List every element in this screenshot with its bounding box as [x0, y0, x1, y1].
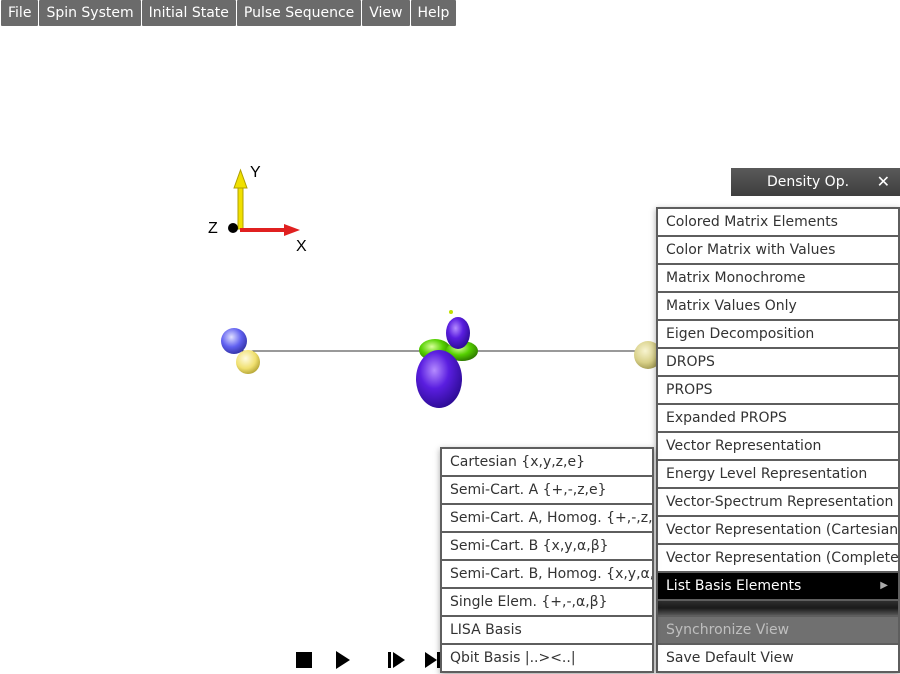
purple-lobe-top	[446, 317, 470, 349]
y-axis	[237, 184, 244, 230]
menu-item-vector-representation-complete[interactable]: Vector Representation (Complete)	[658, 545, 898, 571]
x-axis	[240, 228, 285, 232]
z-axis-dot	[228, 223, 238, 233]
submenu-item-semi-cart-a[interactable]: Semi-Cart. A {+,-,z,e}	[442, 477, 652, 503]
menu-item-energy-level-representation[interactable]: Energy Level Representation	[658, 461, 898, 487]
purple-lobe-bottom	[416, 350, 462, 408]
menu-item-list-basis-elements[interactable]: List Basis Elements ▶	[658, 573, 898, 599]
drops-lobes	[416, 310, 478, 408]
submenu-item-semi-cart-b-homog[interactable]: Semi-Cart. B, Homog. {x,y,α,β}	[442, 561, 652, 587]
menu-item-label: List Basis Elements	[666, 578, 802, 594]
density-menu: Colored Matrix Elements Color Matrix wit…	[656, 207, 900, 673]
menu-initial-state[interactable]: Initial State	[141, 0, 236, 26]
spin-sphere-left-yellow	[236, 350, 260, 374]
small-marker-dot	[449, 310, 453, 314]
density-panel-title: Density Op.	[767, 174, 850, 190]
menu-pulse-sequence[interactable]: Pulse Sequence	[236, 0, 362, 26]
menu-help[interactable]: Help	[410, 0, 457, 26]
density-panel-header[interactable]: Density Op. ✕	[731, 168, 900, 196]
submenu-item-cartesian[interactable]: Cartesian {x,y,z,e}	[442, 449, 652, 475]
submenu-item-semi-cart-a-homog[interactable]: Semi-Cart. A, Homog. {+,-,z,e}	[442, 505, 652, 531]
menu-item-color-matrix-with-values[interactable]: Color Matrix with Values	[658, 237, 898, 263]
basis-submenu: Cartesian {x,y,z,e} Semi-Cart. A {+,-,z,…	[440, 447, 654, 673]
menu-item-save-default-view[interactable]: Save Default View	[658, 645, 898, 671]
submenu-item-lisa-basis[interactable]: LISA Basis	[442, 617, 652, 643]
menu-bar: File Spin System Initial State Pulse Seq…	[0, 0, 457, 28]
submenu-arrow-icon: ▶	[880, 580, 888, 591]
y-axis-arrow	[233, 168, 248, 189]
close-icon[interactable]: ✕	[877, 168, 890, 196]
menu-file[interactable]: File	[1, 0, 39, 26]
submenu-item-single-elem[interactable]: Single Elem. {+,-,α,β}	[442, 589, 652, 615]
play-icon[interactable]	[336, 651, 350, 669]
axis-triad: Y X Z	[208, 164, 307, 255]
y-axis-label: Y	[250, 164, 261, 181]
spin-sphere-left-blue	[221, 328, 247, 354]
menu-item-vector-representation[interactable]: Vector Representation	[658, 433, 898, 459]
skip-end-icon[interactable]	[425, 652, 440, 668]
x-axis-arrow	[284, 224, 300, 236]
stop-icon[interactable]	[296, 652, 312, 668]
z-axis-label: Z	[208, 220, 218, 237]
menu-item-vector-spectrum-representation[interactable]: Vector-Spectrum Representation	[658, 489, 898, 515]
menu-item-vector-representation-cartesian[interactable]: Vector Representation (Cartesian)	[658, 517, 898, 543]
menu-view[interactable]: View	[362, 0, 410, 26]
menu-item-expanded-props[interactable]: Expanded PROPS	[658, 405, 898, 431]
menu-item-matrix-monochrome[interactable]: Matrix Monochrome	[658, 265, 898, 291]
menu-item-matrix-values-only[interactable]: Matrix Values Only	[658, 293, 898, 319]
x-axis-label: X	[296, 238, 307, 255]
menu-separator	[658, 601, 898, 615]
menu-item-drops[interactable]: DROPS	[658, 349, 898, 375]
menu-item-synchronize-view: Synchronize View	[658, 617, 898, 643]
menu-item-colored-matrix-elements[interactable]: Colored Matrix Elements	[658, 209, 898, 235]
submenu-item-semi-cart-b[interactable]: Semi-Cart. B {x,y,α,β}	[442, 533, 652, 559]
submenu-item-qbit-basis[interactable]: Qbit Basis |..><..|	[442, 645, 652, 671]
step-forward-icon[interactable]	[388, 652, 405, 668]
playback-controls	[296, 651, 440, 669]
menu-item-eigen-decomposition[interactable]: Eigen Decomposition	[658, 321, 898, 347]
menu-item-props[interactable]: PROPS	[658, 377, 898, 403]
menu-spin-system[interactable]: Spin System	[39, 0, 141, 26]
